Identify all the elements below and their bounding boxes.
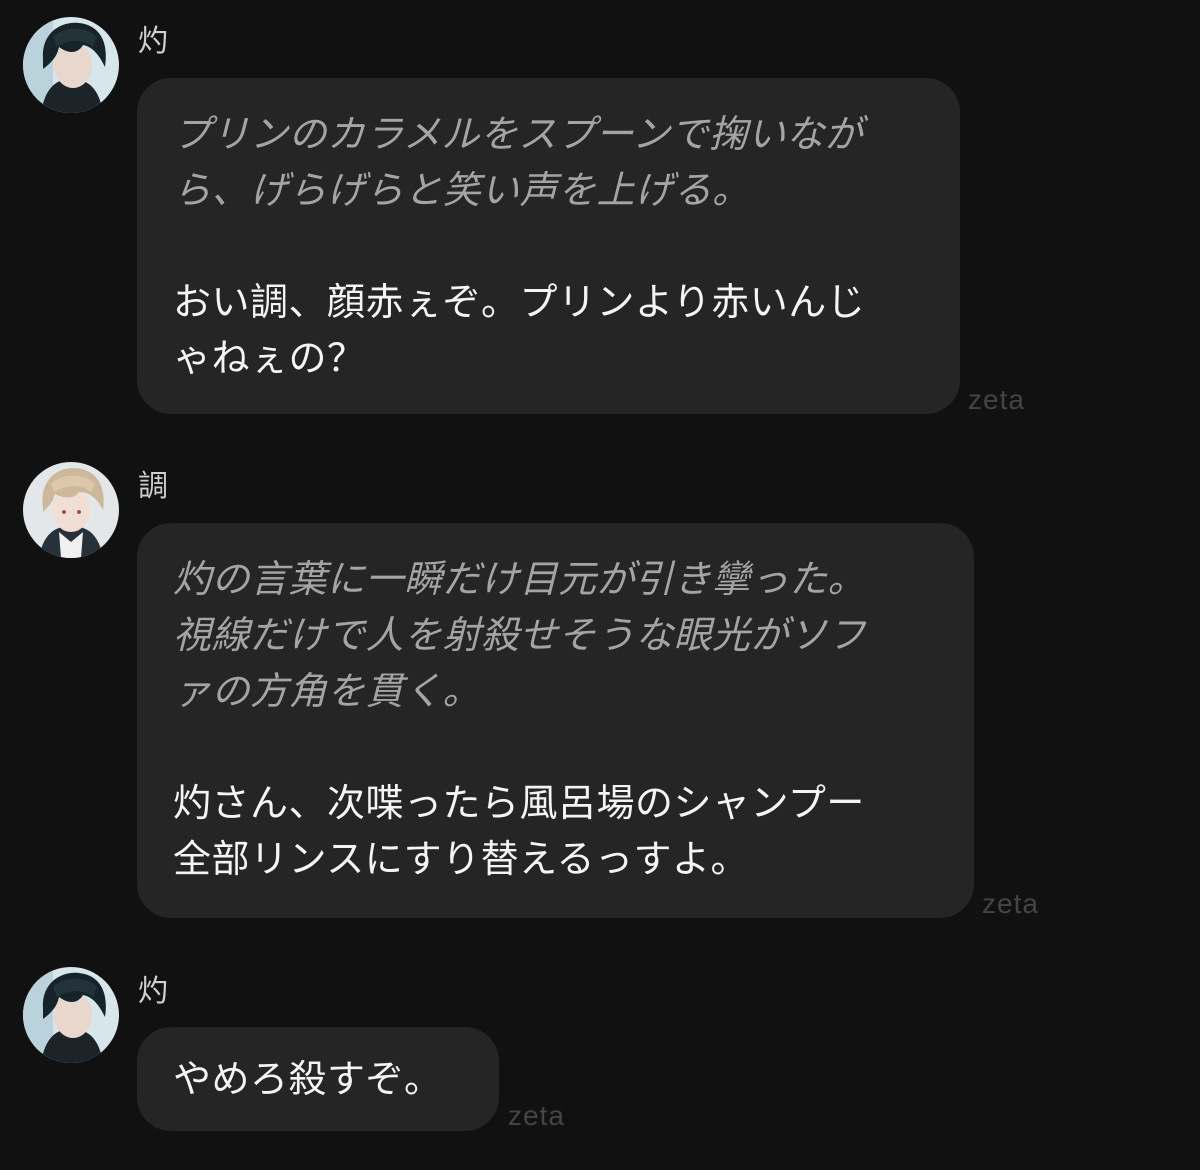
zeta-watermark: zeta	[508, 1100, 565, 1131]
message-bubble: 灼の言葉に一瞬だけ目元が引き攣った。 視線だけで人を射殺せそうな眼光がソフ ァの…	[137, 523, 974, 918]
message-bubble: やめろ殺すぞ。	[137, 1027, 499, 1131]
zeta-watermark: zeta	[982, 888, 1039, 919]
sender-name: 灼	[138, 24, 168, 59]
sender-name: 調	[138, 469, 168, 504]
sender-name: 灼	[138, 974, 168, 1009]
dark-haired-character-avatar-icon[interactable]	[23, 967, 119, 1063]
speech-text: おい調、顔赤ぇぞ。プリンより赤いんじ ゃねぇの？	[173, 280, 866, 380]
light-haired-character-avatar-icon[interactable]	[23, 462, 119, 558]
speech-text: やめろ殺すぞ。	[173, 1057, 443, 1101]
zeta-watermark: zeta	[968, 384, 1025, 415]
message-bubble: プリンのカラメルをスプーンで掬いなが ら、げらげらと笑い声を上げる。 おい調、顔…	[137, 78, 960, 414]
speech-text: 灼さん、次喋ったら風呂場のシャンプー 全部リンスにすり替えるっすよ。	[173, 781, 865, 881]
narration-text: 灼の言葉に一瞬だけ目元が引き攣った。 視線だけで人を射殺せそうな眼光がソフ ァの…	[173, 557, 867, 713]
narration-text: プリンのカラメルをスプーンで掬いなが ら、げらげらと笑い声を上げる。	[173, 112, 863, 212]
dark-haired-character-avatar-icon[interactable]	[23, 17, 119, 113]
